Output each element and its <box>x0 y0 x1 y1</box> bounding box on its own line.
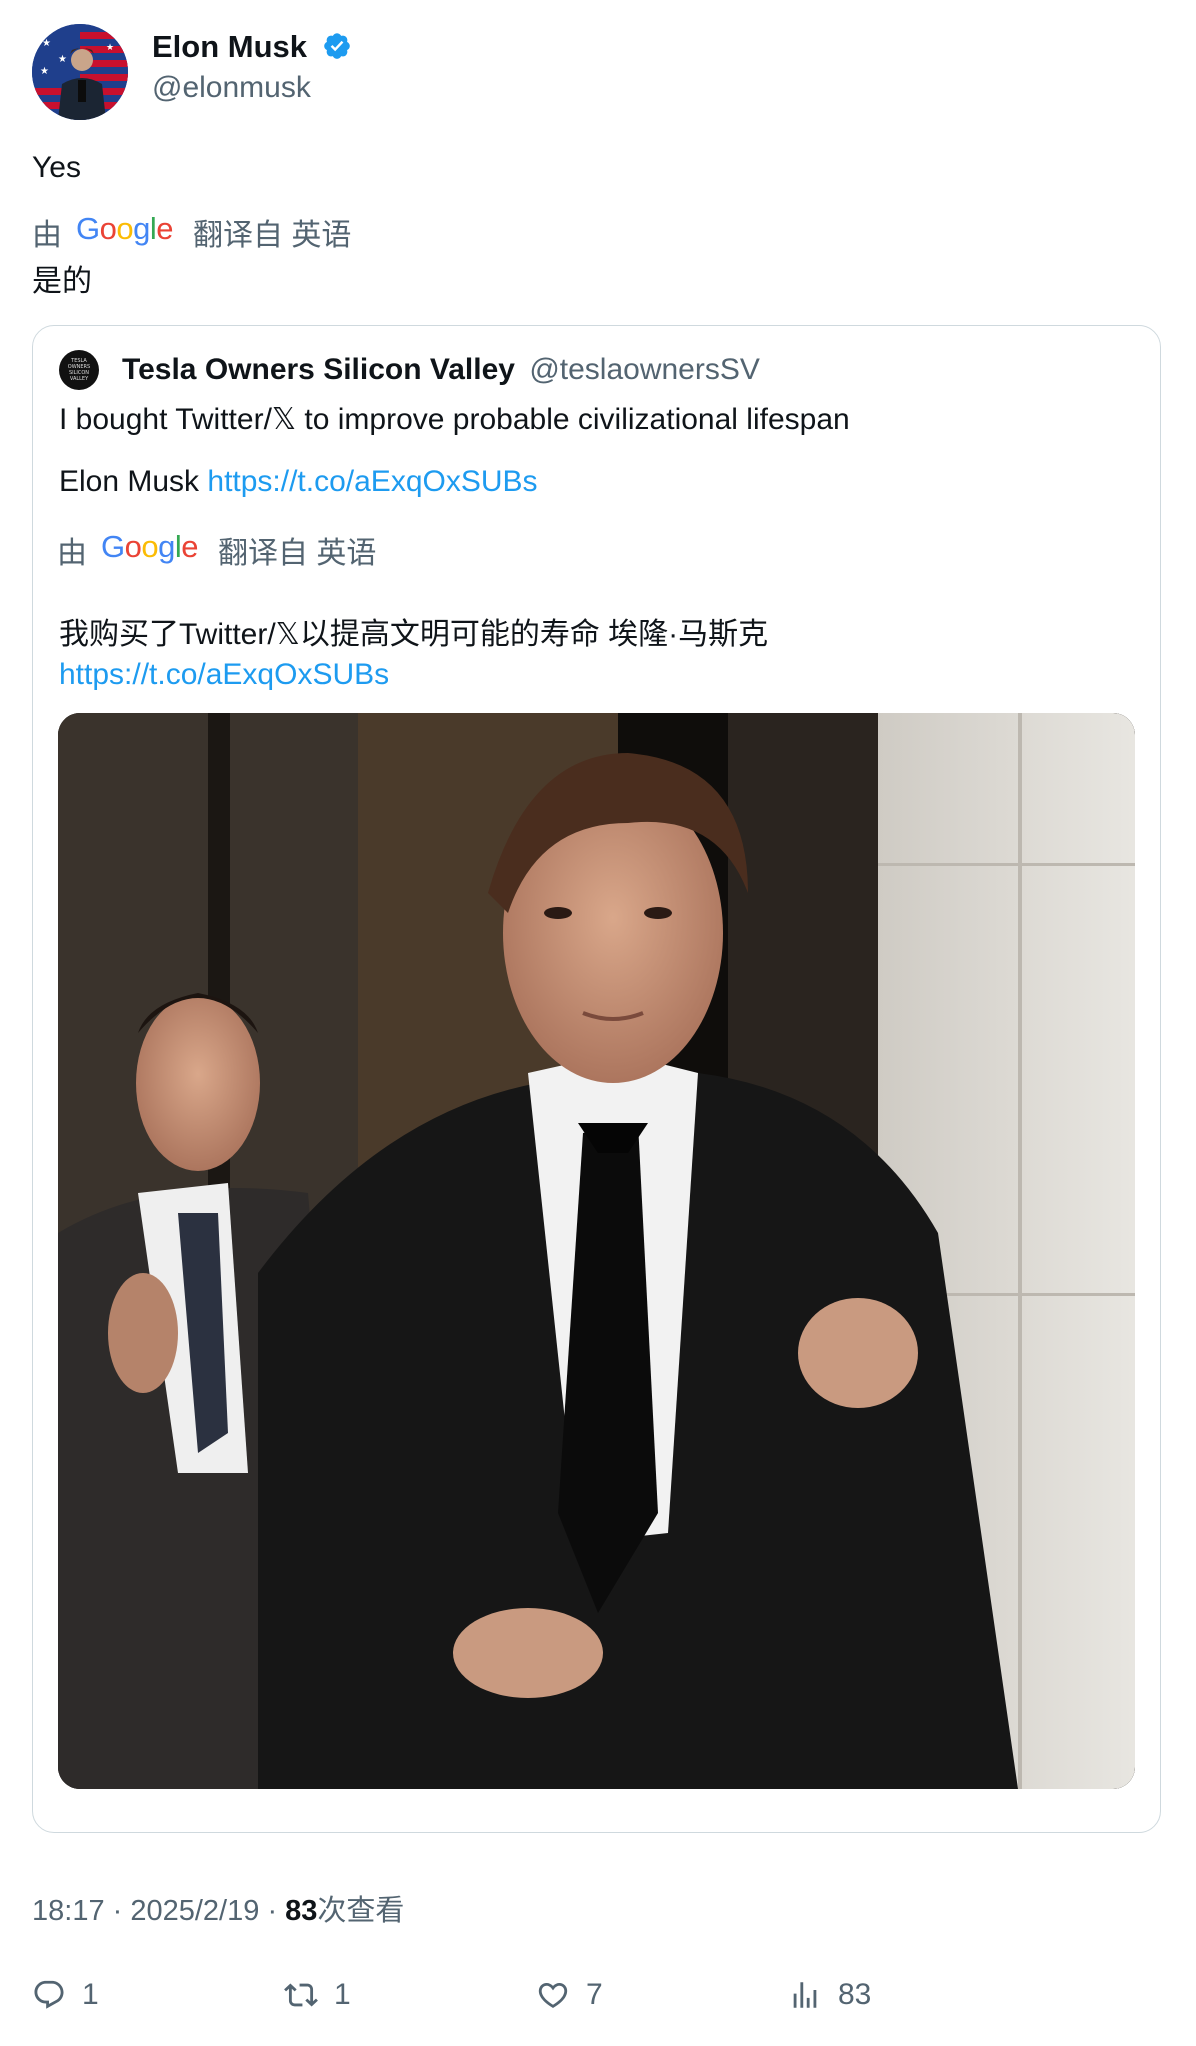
quote-text-line2: Elon Musk https://t.co/aExqOxSUBs <box>59 464 538 500</box>
quote-author-name[interactable]: Tesla Owners Silicon Valley <box>122 353 515 386</box>
quote-link[interactable]: https://t.co/aExqOxSUBs <box>207 465 537 498</box>
author-avatar[interactable]: ★ ★ ★ ★ <box>32 24 128 120</box>
author-name[interactable]: Elon Musk <box>152 28 352 66</box>
quote-text-prefix: Elon Musk <box>59 465 208 498</box>
views-chart-icon <box>793 1982 817 2008</box>
quote-translated-link: https://t.co/aExqOxSUBs <box>59 657 389 693</box>
quote-author-avatar[interactable]: TESLA OWNERS SILICON VALLEY <box>59 350 99 390</box>
svg-text:★: ★ <box>106 42 114 52</box>
quote-author-handle[interactable]: @teslaownersSV <box>529 353 760 386</box>
quote-google-logo-icon: Google <box>101 529 199 564</box>
tweet: ★ ★ ★ ★ Elon Musk @elonmusk Yes 由 Google… <box>0 0 1196 2046</box>
tweet-actions: 1 1 7 83 <box>0 1978 1196 2026</box>
google-logo-icon: Google <box>76 211 174 246</box>
reply-count: 1 <box>82 1978 99 2011</box>
reply-button[interactable]: 1 <box>32 1978 99 2012</box>
quote-translation-attribution[interactable]: 由 Google 翻译自 英语 <box>57 528 376 572</box>
tweet-text: Yes <box>32 151 81 184</box>
views-button[interactable]: 83 <box>788 1978 871 2012</box>
retweet-count: 1 <box>334 1978 351 2011</box>
photo-image-icon <box>58 713 1135 1789</box>
retweet-icon <box>284 1983 318 2007</box>
quote-translated-text: 我购买了Twitter/𝕏以提高文明可能的寿命 埃隆·马斯克 <box>59 618 769 651</box>
translation-from-label: 翻译自 英语 <box>193 219 352 252</box>
svg-text:★: ★ <box>42 38 51 49</box>
like-count: 7 <box>586 1978 603 2011</box>
svg-text:★: ★ <box>40 66 49 77</box>
quote-photo[interactable] <box>58 713 1135 1789</box>
quote-translation-by-label: 由 <box>57 537 87 570</box>
retweet-button[interactable]: 1 <box>284 1978 351 2012</box>
svg-text:★: ★ <box>58 54 67 65</box>
quote-text-line1: I bought Twitter/𝕏 to improve probable c… <box>59 403 850 436</box>
heart-icon <box>538 1982 568 2008</box>
tweet-date: 2025/2/19 <box>130 1895 260 1927</box>
quote-header: Tesla Owners Silicon Valley @teslaowners… <box>122 352 760 388</box>
tweet-time: 18:17 <box>32 1895 105 1927</box>
view-count-label: 次查看 <box>317 1895 405 1927</box>
views-action-count: 83 <box>838 1978 872 2011</box>
verified-badge-icon <box>323 33 350 59</box>
author-name-text: Elon Musk <box>152 29 308 64</box>
view-count: 83 <box>285 1895 318 1927</box>
quote-translated-link-text[interactable]: https://t.co/aExqOxSUBs <box>59 658 389 691</box>
tweet-timestamp[interactable]: 18:17 · 2025/2/19 · 83次查看 <box>32 1893 404 1929</box>
quote-avatar-text: TESLA OWNERS SILICON VALLEY <box>67 358 91 382</box>
translation-by-label: 由 <box>32 219 62 252</box>
translated-tweet-text: 是的 <box>32 265 92 298</box>
reply-icon <box>34 1980 64 2009</box>
quote-translation-from-label: 翻译自 英语 <box>218 537 377 570</box>
like-button[interactable]: 7 <box>536 1978 603 2012</box>
translation-attribution[interactable]: 由 Google 翻译自 英语 <box>32 210 351 254</box>
author-handle[interactable]: @elonmusk <box>152 70 311 106</box>
avatar-image-icon: ★ ★ ★ ★ <box>32 24 128 120</box>
quote-tweet-card[interactable]: TESLA OWNERS SILICON VALLEY Tesla Owners… <box>32 325 1161 1833</box>
